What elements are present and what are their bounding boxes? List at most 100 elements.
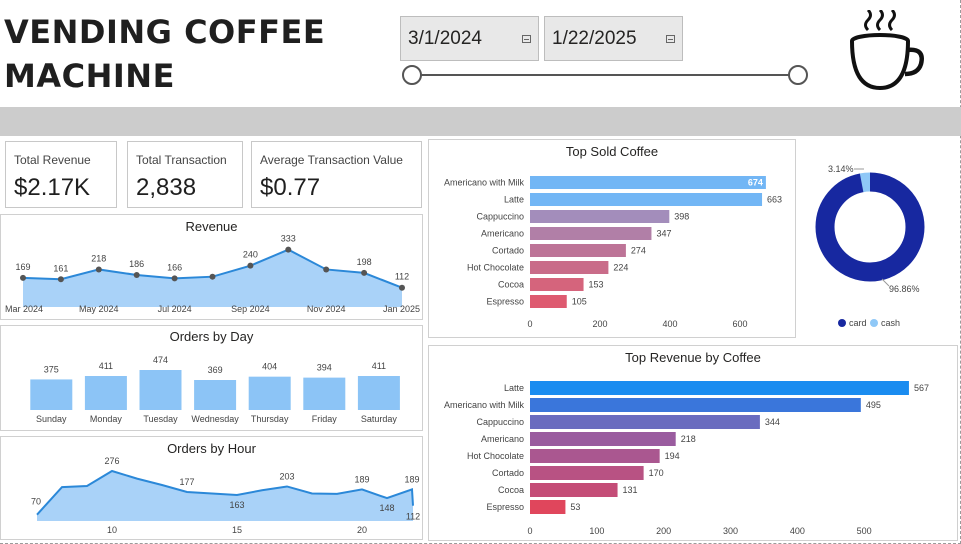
- day-bar: [248, 376, 291, 410]
- bar: [530, 415, 760, 429]
- hour-x-tick-label: 10: [107, 525, 117, 535]
- revenue-data-label: 333: [281, 234, 296, 244]
- revenue-data-label: 240: [243, 250, 258, 260]
- revenue-point: [95, 266, 102, 273]
- revenue-x-tick-label: Mar 2024: [5, 304, 43, 314]
- day-category-label: Wednesday: [191, 414, 239, 424]
- revenue-point: [57, 276, 64, 283]
- day-data-label: 474: [153, 355, 168, 365]
- day-bar: [303, 377, 346, 410]
- revenue-point: [399, 284, 405, 291]
- bar-data-label: 131: [623, 485, 638, 495]
- bar-data-label: 224: [613, 263, 628, 273]
- day-data-label: 411: [99, 361, 113, 371]
- legend-label-cash: cash: [881, 318, 900, 328]
- bar: [530, 227, 652, 240]
- bar-category-label: Cocoa: [498, 280, 524, 290]
- bar-category-label: Latte: [504, 383, 524, 393]
- end-date-input[interactable]: 1/22/2025: [544, 16, 683, 61]
- day-category-label: Sunday: [36, 414, 67, 424]
- start-date-input[interactable]: 3/1/2024: [400, 16, 539, 61]
- bar-category-label: Cappuccino: [476, 212, 524, 222]
- date-range-end-handle[interactable]: [788, 65, 808, 85]
- bar-x-tick-label: 0: [527, 319, 532, 329]
- bar: [530, 295, 567, 308]
- bar-data-label: 567: [914, 383, 929, 393]
- donut-data-label: 96.86%: [889, 284, 920, 294]
- bar-data-label: 53: [570, 502, 580, 512]
- legend-marker-card: [838, 319, 846, 327]
- kpi-value: $0.77: [260, 174, 321, 201]
- top-revenue-by-coffee-panel: Top Revenue by Coffee Latte 567 Americano …: [428, 345, 958, 541]
- bar-data-label: 495: [866, 400, 881, 410]
- date-range-slider-track[interactable]: [412, 74, 798, 76]
- bar-category-label: Americano: [481, 434, 524, 444]
- revenue-point: [361, 269, 368, 276]
- orders-by-day-panel: Orders by Day 375 Sunday 411 Monday 474 Tuesd…: [0, 325, 423, 431]
- kpi-label: Average Transaction Value: [260, 153, 403, 167]
- revenue-point: [133, 271, 140, 278]
- bar-category-label: Hot Chocolate: [467, 263, 524, 273]
- revenue-point: [209, 273, 216, 280]
- day-category-label: Monday: [90, 414, 123, 424]
- bar-data-label: 218: [681, 434, 696, 444]
- orders-by-day-chart: 375 Sunday 411 Monday 474 Tuesday 369 Wednesday…: [30, 355, 400, 424]
- hour-data-label: 189: [354, 474, 369, 484]
- bar-category-label: Americano: [481, 229, 524, 239]
- day-bar: [30, 379, 73, 410]
- bar-x-tick-label: 300: [723, 526, 738, 536]
- revenue-x-tick-label: May 2024: [79, 304, 119, 314]
- orders-by-hour-chart: 70 276 177 163 203 189 148 189 112 10 15 20: [31, 456, 420, 535]
- title-line-2: MACHINE: [4, 57, 175, 95]
- kpi-value: $2.17K: [14, 174, 91, 201]
- hour-data-label: 112: [406, 512, 420, 522]
- day-category-label: Saturday: [361, 414, 398, 424]
- top-sold-coffee-panel: Top Sold Coffee Americano with Milk 674 La…: [428, 139, 796, 338]
- bar-x-tick-label: 400: [790, 526, 805, 536]
- revenue-x-tick-label: Sep 2024: [231, 304, 270, 314]
- bar: [530, 261, 609, 274]
- bar-data-label: 170: [649, 468, 664, 478]
- bar-category-label: Espresso: [486, 297, 524, 307]
- revenue-data-label: 186: [129, 259, 144, 269]
- bar-x-tick-label: 400: [662, 319, 677, 329]
- calendar-icon[interactable]: [666, 35, 675, 43]
- bar-data-label: 194: [665, 451, 680, 461]
- bar-data-label: 663: [767, 195, 782, 205]
- top-sold-coffee-chart: Americano with Milk 674 Latte 663 Cappuccino…: [444, 176, 782, 329]
- bar-x-tick-label: 0: [527, 526, 532, 536]
- bar: [530, 244, 626, 257]
- bar: [530, 278, 584, 291]
- bar-data-label: 105: [572, 297, 587, 307]
- bar: [530, 432, 676, 446]
- bar-x-tick-label: 200: [656, 526, 671, 536]
- bar: [530, 210, 670, 223]
- hour-data-label: 148: [379, 503, 394, 513]
- day-category-label: Tuesday: [143, 414, 178, 424]
- bar-category-label: Americano with Milk: [444, 400, 525, 410]
- day-data-label: 404: [262, 362, 277, 372]
- revenue-point: [323, 266, 330, 273]
- bar-category-label: Americano with Milk: [444, 178, 525, 188]
- revenue-data-label: 198: [357, 257, 372, 267]
- revenue-x-tick-label: Jul 2024: [158, 304, 192, 314]
- bar-x-tick-label: 100: [589, 526, 604, 536]
- day-category-label: Thursday: [251, 414, 289, 424]
- end-date-value: 1/22/2025: [552, 28, 637, 49]
- revenue-point: [20, 274, 26, 281]
- kpi-value: 2,838: [136, 174, 197, 201]
- bar: [530, 449, 660, 463]
- date-range-start-handle[interactable]: [402, 65, 422, 85]
- orders-by-hour-panel: Orders by Hour 70 276 177 163 203 189 148 189 11…: [0, 436, 423, 540]
- day-data-label: 369: [208, 365, 223, 375]
- kpi-label: Total Transaction: [136, 153, 227, 167]
- bar-category-label: Cappuccino: [476, 417, 524, 427]
- coffee-cup-icon: [850, 10, 924, 91]
- bar-x-tick-label: 200: [592, 319, 607, 329]
- kpi-card-total-revenue: Total Revenue $2.17K: [5, 141, 117, 208]
- bar: [530, 381, 909, 395]
- revenue-data-label: 112: [395, 272, 409, 282]
- kpi-card-total-transaction: Total Transaction 2,838: [127, 141, 243, 208]
- calendar-icon[interactable]: [522, 35, 531, 43]
- day-data-label: 394: [317, 363, 332, 373]
